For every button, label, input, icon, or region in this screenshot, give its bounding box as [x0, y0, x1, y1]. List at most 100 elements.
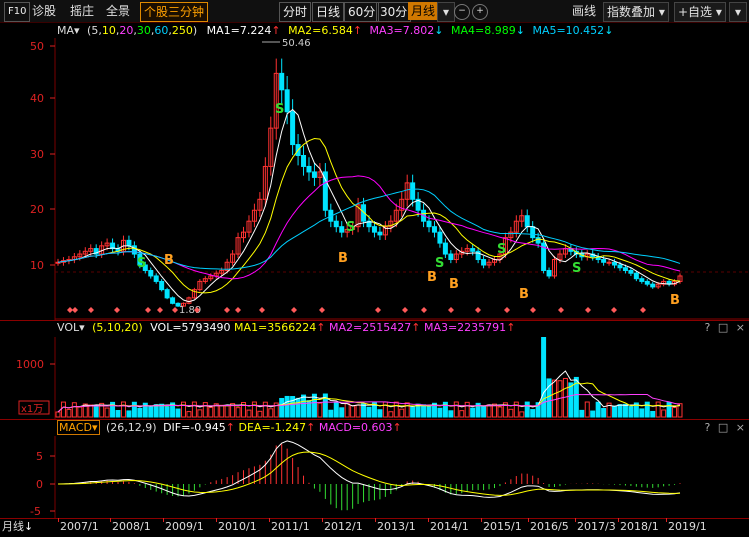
zoom-in-button[interactable]: + [472, 4, 488, 20]
macd-chart[interactable]: 5 0 -5 [0, 436, 749, 518]
volume-bar [202, 402, 208, 418]
tab-30min[interactable]: 30分 [376, 2, 412, 22]
volume-bar [279, 397, 285, 418]
panorama-button[interactable]: 全景 [106, 2, 130, 20]
arrow-down-icon: ↓ [434, 24, 444, 37]
volume-bar [426, 405, 432, 418]
candle-body [442, 242, 448, 255]
arrow-down-icon: ↓ [24, 520, 34, 533]
tab-60min[interactable]: 60分 [344, 2, 380, 22]
volume-bar [153, 404, 159, 418]
vol-indicator-selector[interactable]: VOL▾ [57, 321, 85, 334]
candle-body [524, 215, 530, 228]
candle-body [339, 226, 345, 233]
x-axis-tick [163, 518, 164, 522]
x-axis-label: 2017/3 [577, 520, 616, 533]
maximize-button[interactable]: □ [718, 321, 728, 334]
volume-bar [628, 406, 634, 418]
stock-three-min-button[interactable]: 个股三分钟 [140, 2, 209, 22]
volume-bar [333, 401, 339, 418]
y-tick-10: 10 [30, 259, 44, 272]
volume-bar [552, 379, 558, 418]
event-marker [558, 307, 564, 313]
tab-intraday[interactable]: 分时 [279, 2, 312, 22]
volume-bar [437, 407, 443, 418]
close-button[interactable]: × [736, 321, 745, 334]
volume-bar [666, 402, 672, 418]
volume-bar [197, 409, 203, 418]
ma-indicator-selector[interactable]: MA▾ [57, 24, 80, 37]
event-markers[interactable] [67, 307, 646, 313]
candle-body [148, 269, 154, 277]
ma3-value: MA3=7.802 [369, 24, 435, 37]
diagnose-button[interactable]: 诊股 [32, 2, 56, 20]
period-dropdown[interactable]: ▾ [437, 2, 455, 22]
more-dropdown[interactable]: ▾ [729, 2, 747, 22]
f10-button[interactable]: F10 [4, 2, 31, 22]
volume-bar [508, 408, 514, 418]
help-button[interactable]: ? [705, 321, 711, 334]
candle-body [448, 253, 454, 261]
volume-bar [464, 401, 470, 418]
ma1-value: MA1=7.224 [206, 24, 272, 37]
event-marker [72, 307, 78, 313]
volume-bar [388, 411, 394, 418]
x-axis-label: 2011/1 [271, 520, 310, 533]
ma-param-250: 250 [171, 24, 193, 37]
vol-y-tick-1000: 1000 [16, 358, 44, 371]
tab-daily[interactable]: 日线 [312, 2, 345, 22]
volume-bar [295, 397, 301, 418]
index-overlay-dropdown[interactable]: 指数叠加 ▾ [603, 2, 669, 22]
candle-body [377, 231, 383, 236]
draw-line-button[interactable]: 画线 [572, 2, 596, 20]
volume-bar [71, 402, 77, 418]
volume-bar [55, 411, 61, 418]
volume-bar [344, 403, 350, 418]
buy-signal: B [670, 293, 680, 308]
candle-body [426, 220, 432, 228]
watchlist-dropdown[interactable]: +自选 ▾ [674, 2, 726, 22]
arrow-up-icon: ↑ [411, 321, 421, 334]
volume-bar [93, 405, 99, 418]
pick-button[interactable]: 摇庄 [70, 2, 94, 20]
zoom-out-button[interactable]: − [454, 4, 470, 20]
candle-body [164, 289, 170, 299]
period-label[interactable]: 月线↓ [2, 519, 33, 535]
volume-bar [601, 408, 607, 418]
ma-params-open: (5, [87, 24, 102, 37]
event-marker [530, 307, 536, 313]
candle-body [535, 237, 541, 244]
watchlist-label: +自选 [678, 5, 713, 19]
help-button[interactable]: ? [705, 421, 711, 434]
vol-params: (5,10,20) [92, 321, 143, 334]
volume-bar [350, 405, 356, 418]
volume-bar [104, 407, 110, 418]
volume-bar [644, 401, 650, 418]
event-marker [375, 307, 381, 313]
candle-body [622, 267, 628, 271]
y-tick-40: 40 [30, 92, 44, 105]
x-axis-tick [618, 518, 619, 522]
volume-bar [655, 401, 661, 418]
minus-icon: − [458, 6, 466, 16]
price-chart[interactable]: 50 40 30 20 10 50.46 1.89 SSSSSSB BB BB B [0, 38, 749, 320]
macd-indicator-selector[interactable]: MACD▾ [57, 420, 100, 435]
macd-panel-controls: ? □ × [705, 420, 745, 436]
volume-bar [126, 410, 132, 418]
close-button[interactable]: × [736, 421, 745, 434]
candle-body [601, 259, 607, 263]
volume-bar [481, 405, 487, 418]
volume-bar [219, 404, 225, 418]
volume-bar [672, 407, 678, 418]
chevron-down-icon: ▾ [658, 5, 665, 19]
volume-bar [404, 402, 410, 418]
maximize-button[interactable]: □ [718, 421, 728, 434]
macd-value: MACD=0.603 [318, 421, 393, 434]
ma-param-10: 10 [101, 24, 116, 37]
event-marker [145, 307, 151, 313]
tab-monthly[interactable]: 月线 [408, 2, 439, 20]
volume-bar [301, 394, 307, 418]
volume-bar [584, 401, 590, 418]
arrow-up-icon: ↑ [306, 421, 316, 434]
volume-chart[interactable]: 1000 x1万 [0, 337, 749, 419]
